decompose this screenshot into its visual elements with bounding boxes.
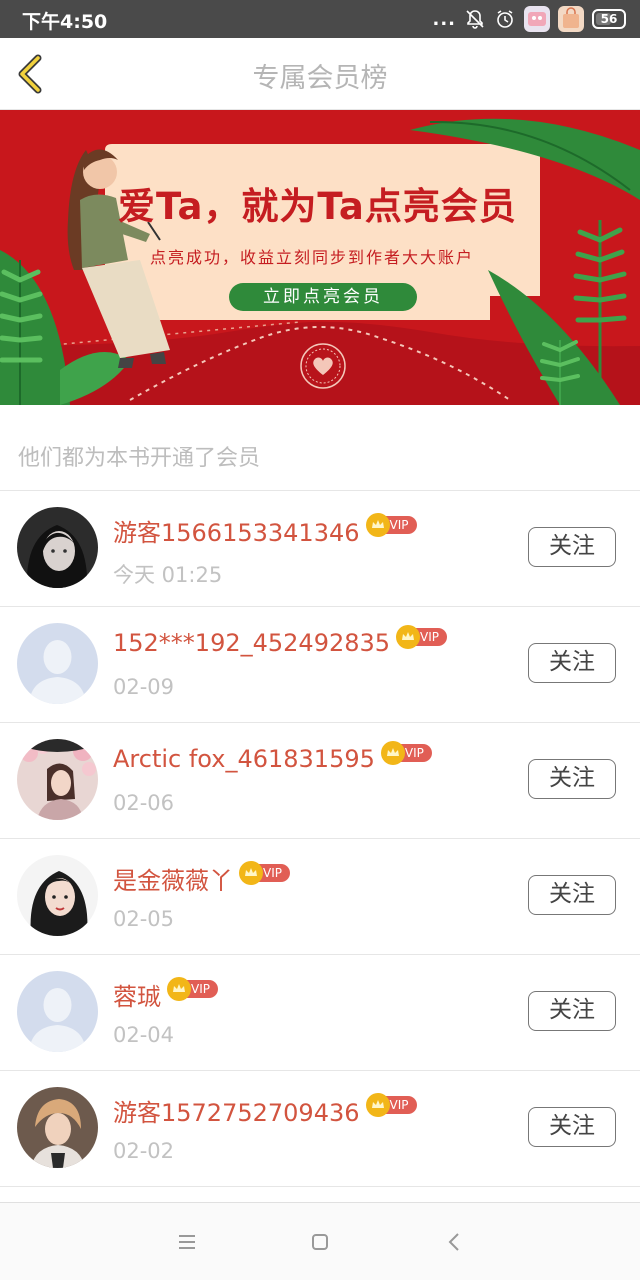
avatar[interactable] xyxy=(17,507,98,588)
follow-button[interactable]: 关注 xyxy=(528,759,616,799)
avatar[interactable] xyxy=(17,1087,98,1168)
system-back-button[interactable] xyxy=(440,1227,470,1257)
member-date: 02-06 xyxy=(113,791,175,815)
list-item[interactable]: 是金薇薇丫 VIP 02-05 关注 xyxy=(0,839,640,955)
light-up-membership-button[interactable]: 立即点亮会员 xyxy=(229,283,417,311)
more-notifications-indicator: ... xyxy=(432,8,456,30)
member-list: 游客1566153341346 VIP 今天 01:25 关注 152***19… xyxy=(0,491,640,1187)
member-name[interactable]: Arctic fox_461831595 xyxy=(113,745,375,773)
avatar[interactable] xyxy=(17,855,98,936)
follow-button[interactable]: 关注 xyxy=(528,1107,616,1147)
bell-muted-icon xyxy=(464,8,486,30)
list-item[interactable]: Arctic fox_461831595 VIP 02-06 关注 xyxy=(0,723,640,839)
status-icons: ... 56 xyxy=(432,6,626,32)
avatar[interactable] xyxy=(17,739,98,820)
list-item[interactable]: 蓉珹 VIP 02-04 关注 xyxy=(0,955,640,1071)
crown-icon xyxy=(167,976,191,1001)
member-date: 02-04 xyxy=(113,1023,175,1047)
alarm-icon xyxy=(494,8,516,30)
follow-button[interactable]: 关注 xyxy=(528,875,616,915)
member-name[interactable]: 游客1572752709436 xyxy=(113,1093,360,1128)
crown-icon xyxy=(365,512,390,537)
vip-badge: VIP xyxy=(365,1092,417,1117)
member-name-row: 游客1566153341346 VIP xyxy=(113,512,417,548)
member-date: 02-09 xyxy=(113,675,175,699)
app-header: 专属会员榜 xyxy=(0,38,640,110)
crown-icon xyxy=(396,625,421,649)
crown-icon xyxy=(239,860,263,885)
system-nav-bar xyxy=(0,1202,640,1280)
member-name-row: Arctic fox_461831595 VIP xyxy=(113,741,432,773)
menu-button[interactable] xyxy=(172,1227,202,1257)
avatar[interactable] xyxy=(17,623,98,704)
crown-icon xyxy=(365,1092,390,1117)
member-name[interactable]: 游客1566153341346 xyxy=(113,513,360,548)
default-avatar-icon xyxy=(17,971,98,1052)
avatar[interactable] xyxy=(17,971,98,1052)
section-title: 他们都为本书开通了会员 xyxy=(18,446,261,471)
menu-icon xyxy=(179,1235,195,1249)
page-title: 专属会员榜 xyxy=(252,63,388,94)
member-date: 今天 01:25 xyxy=(113,563,223,587)
battery-level: 56 xyxy=(600,12,618,26)
follow-button[interactable]: 关注 xyxy=(528,527,616,567)
banner-subtitle: 点亮成功，收益立刻同步到作者大大账户 xyxy=(150,248,475,267)
crown-icon xyxy=(380,741,405,765)
app-notification-icon xyxy=(524,6,550,32)
list-item[interactable]: 游客1572752709436 VIP 02-02 关注 xyxy=(0,1071,640,1187)
member-name-row: 152***192_452492835 VIP xyxy=(113,625,448,657)
vip-badge: VIP xyxy=(365,512,417,537)
list-item[interactable]: 152***192_452492835 VIP 02-09 关注 xyxy=(0,607,640,723)
app-notification-icon xyxy=(558,6,584,32)
vip-badge: VIP xyxy=(239,860,290,885)
promo-banner[interactable]: 爱Ta，就为Ta点亮会员 点亮成功，收益立刻同步到作者大大账户 立即点亮会员 xyxy=(0,110,640,405)
member-name-row: 蓉珹 VIP xyxy=(113,976,218,1012)
status-time: 下午4:50 xyxy=(22,11,108,33)
banner-headline: 爱Ta，就为Ta点亮会员 xyxy=(118,185,517,228)
home-square-icon xyxy=(312,1234,328,1250)
vip-badge: VIP xyxy=(380,741,432,765)
chevron-left-icon xyxy=(448,1233,459,1251)
member-name-row: 是金薇薇丫 VIP xyxy=(113,860,290,896)
member-name-row: 游客1572752709436 VIP xyxy=(113,1092,417,1128)
vip-badge: VIP xyxy=(167,976,218,1001)
list-item[interactable]: 游客1566153341346 VIP 今天 01:25 关注 xyxy=(0,491,640,607)
member-name[interactable]: 是金薇薇丫 xyxy=(113,861,233,896)
vip-badge: VIP xyxy=(396,625,448,649)
home-button[interactable] xyxy=(305,1227,335,1257)
follow-button[interactable]: 关注 xyxy=(528,991,616,1031)
follow-button[interactable]: 关注 xyxy=(528,643,616,683)
member-name[interactable]: 蓉珹 xyxy=(113,977,161,1012)
member-date: 02-05 xyxy=(113,907,175,931)
default-avatar-icon xyxy=(17,623,98,704)
battery-indicator: 56 xyxy=(592,9,626,29)
app-screen: 下午4:50 ... 56 专属会员榜 爱Ta，就为Ta点亮会员 点亮成功，收益… xyxy=(0,0,640,1280)
member-date: 02-02 xyxy=(113,1139,175,1163)
member-name[interactable]: 152***192_452492835 xyxy=(113,629,390,657)
status-bar: 下午4:50 ... 56 xyxy=(0,0,640,38)
